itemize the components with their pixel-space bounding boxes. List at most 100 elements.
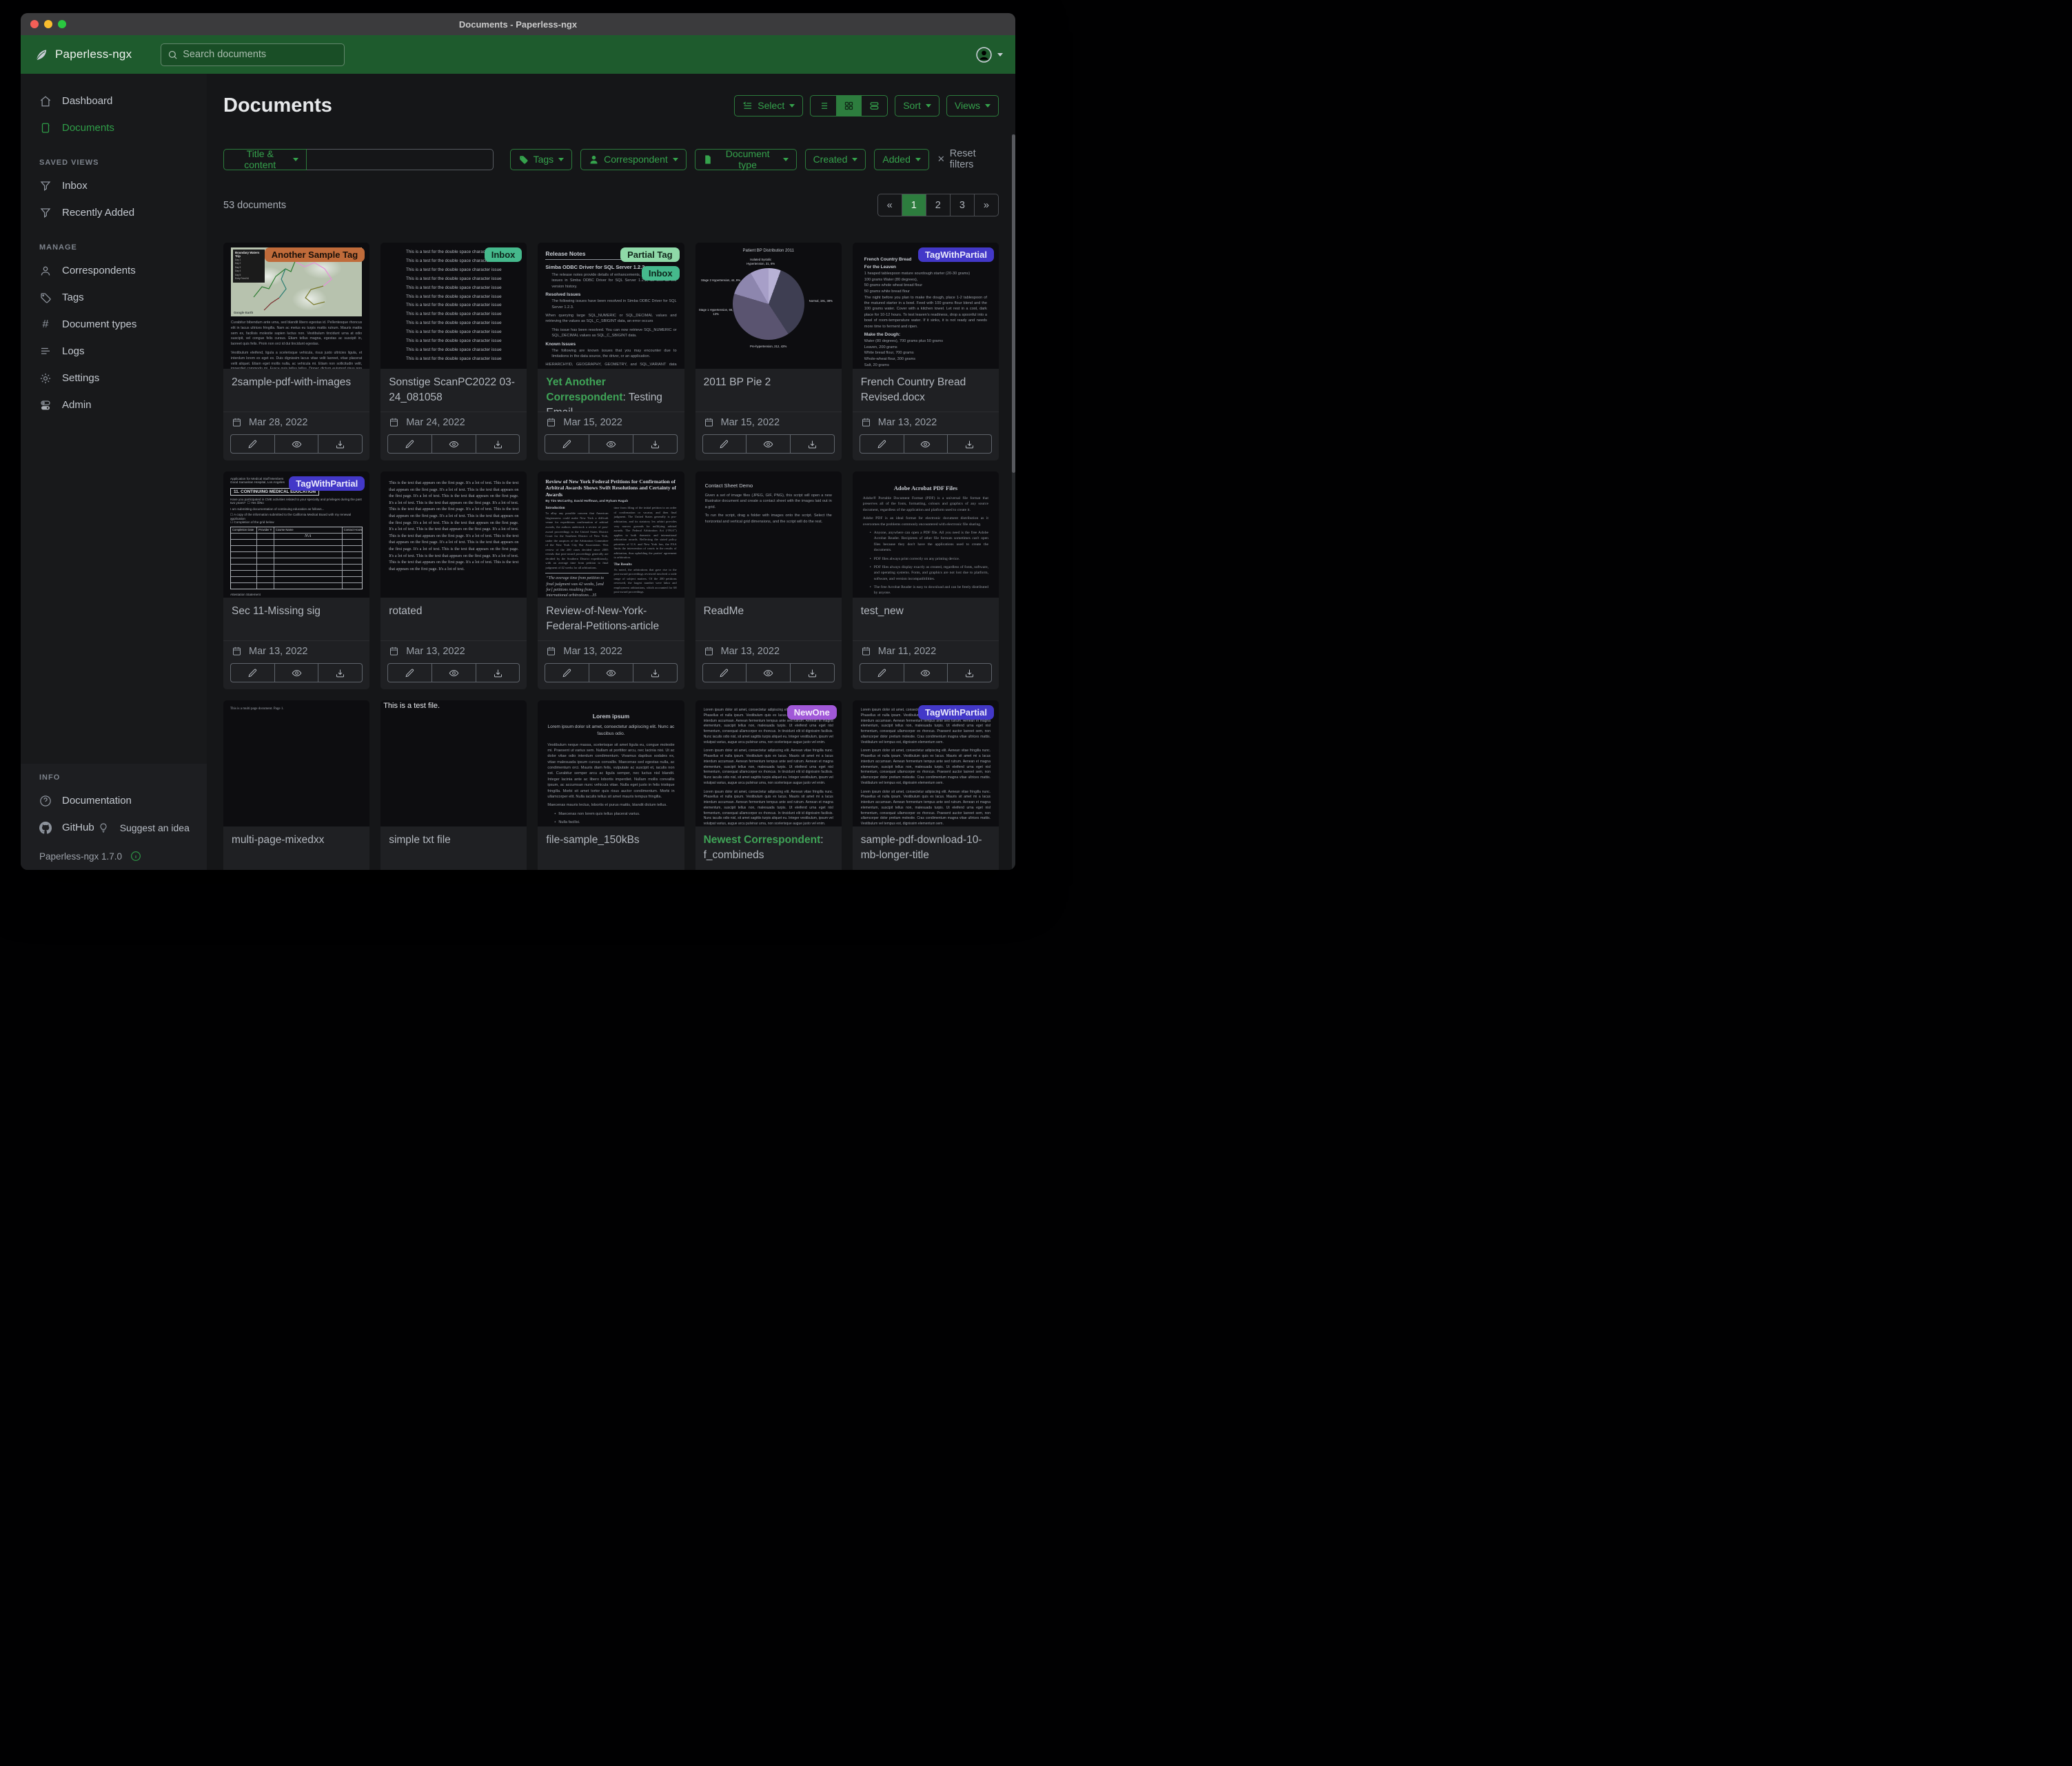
document-card[interactable]: Application for Medical Staff MembersGoo…	[223, 471, 369, 689]
sidebar-item-documentation[interactable]: Documentation	[21, 787, 207, 814]
download-button[interactable]	[633, 663, 678, 682]
close-button[interactable]	[30, 20, 39, 28]
document-thumbnail[interactable]: Boundary Waters TripDay 1Day 2Day 3Day 4…	[223, 243, 369, 369]
sidebar-item-tags[interactable]: Tags	[21, 284, 207, 311]
tag-badge[interactable]: Another Sample Tag	[265, 247, 365, 262]
view-button[interactable]	[432, 434, 476, 454]
document-thumbnail[interactable]: French Country BreadFor the Leaven1 heap…	[853, 243, 999, 369]
tag-badge[interactable]: TagWithPartial	[289, 476, 365, 491]
document-thumbnail[interactable]: Patient BP Distribution 2011Isolated Sys…	[695, 243, 842, 369]
tag-badge[interactable]: TagWithPartial	[918, 705, 994, 720]
document-card[interactable]: Lorem ipsum dolor sit amet, consectetur …	[853, 700, 999, 870]
document-thumbnail[interactable]: This is a test for the double space char…	[380, 243, 527, 369]
document-title[interactable]: ReadMe	[704, 604, 833, 619]
view-detail-button[interactable]	[862, 96, 887, 116]
tag-badge[interactable]: Inbox	[642, 266, 680, 281]
global-search[interactable]	[161, 43, 345, 66]
sidebar-item-admin[interactable]: Admin	[21, 392, 207, 418]
document-title[interactable]: simple txt file	[389, 833, 518, 848]
document-card[interactable]: This is the text that appears on the fir…	[380, 471, 527, 689]
user-menu[interactable]	[975, 46, 1003, 63]
edit-button[interactable]	[387, 663, 432, 682]
document-thumbnail[interactable]: Adobe Acrobat PDF FilesAdobe® Portable D…	[853, 471, 999, 598]
filter-tags-button[interactable]: Tags	[510, 149, 573, 170]
document-card[interactable]: Review of New York Federal Petitions for…	[538, 471, 684, 689]
document-title[interactable]: Yet Another Correspondent: Testing Email	[546, 375, 676, 412]
document-card[interactable]: This is a test for the double space char…	[380, 243, 527, 460]
sidebar-item-inbox[interactable]: Inbox	[21, 172, 207, 199]
document-card[interactable]: Lorem ipsum dolor sit amet, consectetur …	[695, 700, 842, 870]
scrollbar[interactable]	[1012, 134, 1015, 870]
document-thumbnail[interactable]: Lorem ipsumLorem ipsum dolor sit amet, c…	[538, 700, 684, 826]
download-button[interactable]	[318, 663, 363, 682]
document-thumbnail[interactable]: Lorem ipsum dolor sit amet, consectetur …	[853, 700, 999, 826]
zoom-button[interactable]	[58, 20, 66, 28]
pagination-page-2[interactable]: 2	[926, 194, 951, 216]
document-title[interactable]: Sonstige ScanPC2022 03-24_081058	[389, 375, 518, 405]
sidebar-item-correspondents[interactable]: Correspondents	[21, 257, 207, 284]
document-thumbnail[interactable]: This is the text that appears on the fir…	[380, 471, 527, 598]
filter-document-type-button[interactable]: Document type	[695, 149, 797, 170]
download-button[interactable]	[633, 434, 678, 454]
document-correspondent[interactable]: Newest Correspondent	[704, 834, 821, 846]
view-button[interactable]	[746, 434, 791, 454]
pagination-next[interactable]: »	[975, 194, 998, 216]
title-content-input[interactable]	[307, 149, 493, 170]
document-thumbnail[interactable]: Contact Sheet DemoGiven a set of image f…	[695, 471, 842, 598]
sidebar-item-dashboard[interactable]: Dashboard	[21, 88, 207, 114]
view-list-button[interactable]	[811, 96, 836, 116]
edit-button[interactable]	[860, 663, 904, 682]
sidebar-item-settings[interactable]: Settings	[21, 365, 207, 392]
document-title[interactable]: file-sample_150kBs	[546, 833, 676, 848]
sidebar-item-recently-added[interactable]: Recently Added	[21, 199, 207, 226]
document-card[interactable]: Boundary Waters TripDay 1Day 2Day 3Day 4…	[223, 243, 369, 460]
filter-correspondent-button[interactable]: Correspondent	[580, 149, 687, 170]
document-thumbnail[interactable]: This is a test file.	[380, 700, 527, 826]
download-button[interactable]	[318, 434, 363, 454]
sidebar-item-document-types[interactable]: # Document types	[21, 311, 207, 338]
document-title[interactable]: 2011 BP Pie 2	[704, 375, 833, 390]
edit-button[interactable]	[387, 434, 432, 454]
document-title[interactable]: rotated	[389, 604, 518, 619]
sidebar-item-github[interactable]: GitHub	[21, 814, 94, 841]
info-circle-icon[interactable]	[130, 851, 141, 862]
document-card[interactable]: French Country BreadFor the Leaven1 heap…	[853, 243, 999, 460]
view-button[interactable]	[746, 663, 791, 682]
edit-button[interactable]	[702, 434, 747, 454]
document-card[interactable]: Release NotesSimba ODBC Driver for SQL S…	[538, 243, 684, 460]
tag-badge[interactable]: NewOne	[787, 705, 837, 720]
document-title[interactable]: 2sample-pdf-with-images	[232, 375, 361, 390]
filter-created-button[interactable]: Created	[805, 149, 866, 170]
tag-badge[interactable]: TagWithPartial	[918, 247, 994, 262]
view-button[interactable]	[904, 434, 948, 454]
edit-button[interactable]	[545, 434, 589, 454]
sidebar-item-suggest-idea[interactable]: Suggest an idea	[94, 814, 190, 841]
document-title[interactable]: French Country Bread Revised.docx	[861, 375, 991, 405]
document-card[interactable]: Contact Sheet DemoGiven a set of image f…	[695, 471, 842, 689]
pagination-page-3[interactable]: 3	[951, 194, 975, 216]
download-button[interactable]	[476, 663, 520, 682]
brand[interactable]: Paperless-ngx	[33, 47, 132, 63]
minimize-button[interactable]	[44, 20, 52, 28]
download-button[interactable]	[791, 663, 835, 682]
document-title[interactable]: multi-page-mixedxx	[232, 833, 361, 848]
edit-button[interactable]	[230, 663, 275, 682]
document-title[interactable]: Newest Correspondent: f_combineds	[704, 833, 833, 863]
edit-button[interactable]	[702, 663, 747, 682]
document-thumbnail[interactable]: Application for Medical Staff MembersGoo…	[223, 471, 369, 598]
document-card[interactable]: Adobe Acrobat PDF FilesAdobe® Portable D…	[853, 471, 999, 689]
document-title[interactable]: Review-of-New-York-Federal-Petitions-art…	[546, 604, 676, 634]
document-thumbnail[interactable]: Release NotesSimba ODBC Driver for SQL S…	[538, 243, 684, 369]
reset-filters-button[interactable]: ✕ Reset filters	[937, 148, 999, 170]
download-button[interactable]	[948, 434, 992, 454]
select-button[interactable]: Select	[734, 95, 803, 116]
view-button[interactable]	[432, 663, 476, 682]
search-input[interactable]	[183, 49, 338, 60]
sidebar-item-logs[interactable]: Logs	[21, 338, 207, 365]
tag-badge[interactable]: Inbox	[485, 247, 522, 262]
pagination-page-1[interactable]: 1	[902, 194, 926, 216]
document-card[interactable]: Lorem ipsumLorem ipsum dolor sit amet, c…	[538, 700, 684, 870]
download-button[interactable]	[476, 434, 520, 454]
document-thumbnail[interactable]: This is a multi page document. Page 1.	[223, 700, 369, 826]
document-thumbnail[interactable]: Lorem ipsum dolor sit amet, consectetur …	[695, 700, 842, 826]
